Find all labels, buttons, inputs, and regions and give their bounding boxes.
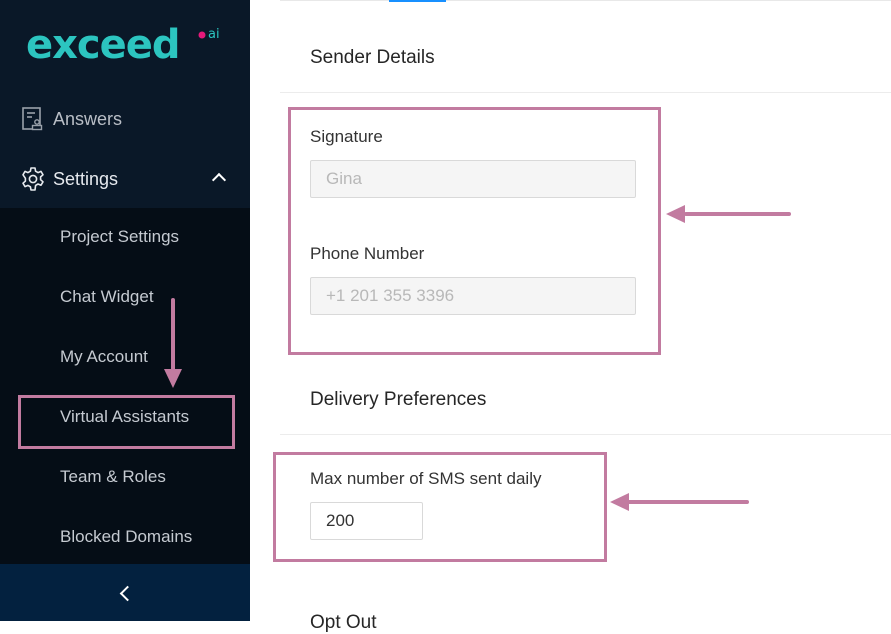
submenu-item-blocked-domains[interactable]: Blocked Domains <box>0 508 250 568</box>
gear-icon <box>22 167 44 191</box>
sidebar-collapse-button[interactable] <box>0 564 250 621</box>
sidebar-item-settings[interactable]: Settings <box>0 149 250 209</box>
exceed-ai-logo[interactable]: exceed ai <box>26 22 236 68</box>
sidebar-item-label: Settings <box>53 168 119 189</box>
annotation-box-virtual-assistants <box>18 395 235 449</box>
submenu-item-label: Chat Widget <box>60 287 154 306</box>
settings-submenu: Project Settings Chat Widget My Account … <box>0 208 250 564</box>
sidebar: exceed ai Answers Settings Project Setti… <box>0 0 250 621</box>
submenu-item-label: Team & Roles <box>60 467 166 486</box>
section-divider <box>280 92 891 93</box>
sidebar-item-answers[interactable]: Answers <box>0 89 250 149</box>
annotation-box-sender-details <box>288 107 661 355</box>
submenu-item-label: Project Settings <box>60 227 180 246</box>
submenu-item-my-account[interactable]: My Account <box>0 328 250 388</box>
logo-text: exceed <box>26 22 180 68</box>
submenu-item-label: Blocked Domains <box>60 527 193 546</box>
submenu-item-label: My Account <box>60 347 148 366</box>
active-tab-indicator <box>389 0 446 2</box>
answers-document-icon <box>22 107 43 131</box>
submenu-item-chat-widget[interactable]: Chat Widget <box>0 268 250 328</box>
section-divider <box>280 434 891 435</box>
annotation-box-max-sms <box>273 452 607 562</box>
section-title-delivery-preferences: Delivery Preferences <box>310 389 487 410</box>
submenu-item-project-settings[interactable]: Project Settings <box>0 208 250 268</box>
tab-bar-divider <box>280 0 891 1</box>
logo-dot <box>198 31 206 39</box>
section-title-sender-details: Sender Details <box>310 47 435 68</box>
submenu-item-team-roles[interactable]: Team & Roles <box>0 448 250 508</box>
section-title-opt-out: Opt Out <box>310 612 377 633</box>
sidebar-item-label: Answers <box>53 108 123 129</box>
chevron-up-icon[interactable] <box>211 172 227 188</box>
chevron-left-icon <box>119 585 136 602</box>
logo-suffix: ai <box>208 27 220 42</box>
